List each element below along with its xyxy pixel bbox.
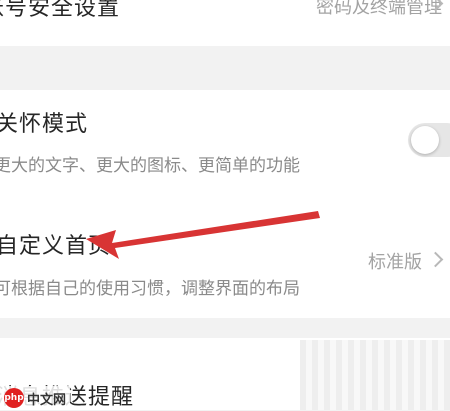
watermark-text: 中文网 bbox=[27, 392, 67, 408]
care-mode-toggle[interactable] bbox=[408, 123, 450, 157]
toggle-knob bbox=[411, 126, 439, 154]
chevron-right-icon bbox=[427, 251, 444, 268]
site-watermark: php 中文网 bbox=[0, 386, 70, 410]
custom-home-title: 自定义首页 bbox=[0, 234, 112, 259]
settings-group: 关怀模式 更大的文字、更大的图标、更简单的功能 自定义首页 可根据自己的使用习惯… bbox=[0, 90, 450, 318]
blurred-region bbox=[300, 340, 450, 410]
care-mode-title: 关怀模式 bbox=[0, 112, 89, 137]
custom-home-value: 标准版 bbox=[368, 252, 422, 273]
account-security-title: 账号安全设置 bbox=[0, 0, 121, 21]
php-logo: php bbox=[4, 388, 24, 408]
custom-home-description: 可根据自己的使用习惯，调整界面的布局 bbox=[0, 279, 300, 299]
account-security-value: 密码及终端管理 bbox=[316, 0, 442, 18]
care-mode-description: 更大的文字、更大的图标、更简单的功能 bbox=[0, 156, 300, 176]
account-security-row[interactable]: 账号安全设置 密码及终端管理 bbox=[0, 0, 450, 46]
